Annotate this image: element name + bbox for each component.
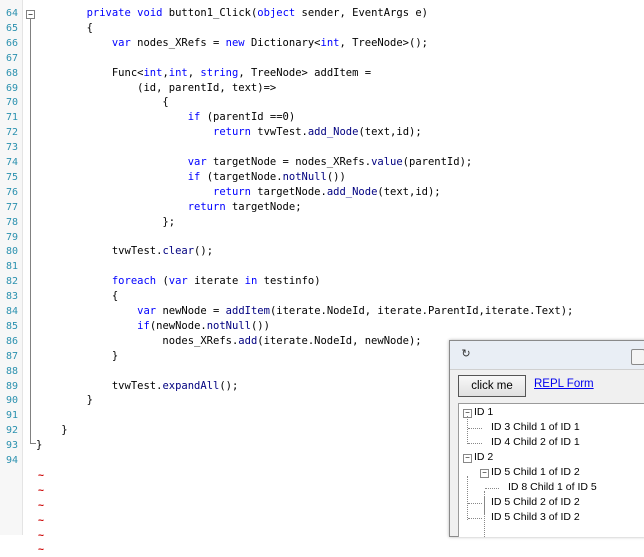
- empty-line-marker: ~: [38, 514, 45, 526]
- code-text: Func<int,int, string, TreeNode> addItem …: [36, 66, 372, 79]
- line-number: 94: [5, 455, 18, 466]
- code-text: private void button1_Click(object sender…: [86, 7, 428, 19]
- code-text: };: [36, 215, 176, 228]
- line-number: 78: [5, 216, 18, 228]
- code-text: {: [36, 21, 93, 34]
- line-number: 66: [5, 37, 18, 49]
- line-number: 85: [5, 320, 18, 332]
- code-text: }: [36, 394, 93, 407]
- tree-expander-icon[interactable]: −: [480, 469, 489, 478]
- code-text: }: [36, 439, 43, 452]
- tree-connector: [468, 503, 482, 504]
- line-number: 71: [5, 112, 18, 124]
- tree-node[interactable]: ID 5 Child 2 of ID 2: [491, 496, 580, 509]
- line-number: 64: [5, 8, 18, 19]
- line-number: 87: [5, 350, 18, 362]
- line-number: 76: [5, 186, 18, 198]
- tree-node[interactable]: ID 8 Child 1 of ID 5: [508, 481, 597, 494]
- tree-connector: [485, 488, 499, 489]
- line-number: 74: [5, 157, 18, 168]
- code-text: if(newNode.notNull()): [137, 319, 270, 332]
- code-text: return targetNode.add_Node(text,id);: [213, 185, 441, 198]
- line-number: 84: [5, 306, 18, 317]
- empty-line-marker: ~: [38, 544, 45, 556]
- line-number: 68: [5, 67, 18, 79]
- line-number: 89: [5, 380, 18, 392]
- line-number: 81: [5, 261, 18, 273]
- tree-connector: [468, 428, 482, 429]
- close-button[interactable]: [631, 349, 644, 365]
- code-text: if (parentId ==0): [187, 111, 296, 124]
- tree-view[interactable]: − ID 1 ID 3 Child 1 of ID 1 ID 4 Child 2 of…: [458, 403, 644, 537]
- empty-line-marker: ~: [38, 469, 45, 481]
- app-icon: ↻: [461, 348, 471, 360]
- line-number: 80: [5, 246, 18, 258]
- fold-guide-line: [30, 19, 31, 443]
- code-text: var nodes_XRefs = new Dictionary<int, Tr…: [111, 36, 428, 49]
- code-text: return tvwTest.add_Node(text,id);: [213, 126, 422, 139]
- line-number: 91: [5, 410, 18, 422]
- line-number: 79: [5, 231, 18, 243]
- tree-expander-icon[interactable]: −: [463, 454, 472, 463]
- tree-node[interactable]: ID 2: [474, 451, 493, 464]
- code-text: tvwTest.clear();: [36, 245, 214, 258]
- empty-line-marker: ~: [38, 484, 45, 496]
- line-number: 65: [5, 22, 18, 34]
- tree-node[interactable]: ID 1: [474, 406, 493, 419]
- line-number: 70: [5, 97, 18, 109]
- line-number: 83: [5, 291, 18, 303]
- tree-connector: [468, 518, 482, 519]
- code-text: {: [36, 96, 169, 109]
- collapse-toggle-icon[interactable]: −: [26, 10, 35, 19]
- code-text: foreach (var iterate in testinfo): [111, 275, 321, 288]
- line-number: 88: [5, 365, 18, 377]
- code-text: nodes_XRefs.add(iterate.NodeId, newNode)…: [36, 334, 422, 347]
- line-number: 77: [5, 201, 18, 213]
- tree-node[interactable]: ID 5 Child 1 of ID 2: [491, 466, 580, 479]
- tree-guide-line: [467, 416, 468, 444]
- code-text: if (targetNode.notNull()): [187, 170, 346, 183]
- code-text: tvwTest.expandAll();: [36, 379, 239, 392]
- tree-node[interactable]: ID 4 Child 2 of ID 1: [491, 436, 580, 449]
- tree-connector: [468, 443, 482, 444]
- line-number: 93: [5, 440, 18, 452]
- tree-guide-line: [467, 476, 468, 520]
- line-number: 73: [5, 142, 18, 154]
- click-me-button[interactable]: click me: [458, 375, 526, 397]
- empty-line-marker: ~: [38, 529, 45, 541]
- code-text: }: [36, 424, 68, 437]
- empty-line-marker: ~: [38, 499, 45, 511]
- repl-form-link[interactable]: REPL Form: [534, 378, 594, 390]
- line-number: 75: [5, 171, 18, 183]
- code-text: {: [36, 290, 119, 303]
- repl-form-window[interactable]: ↻ click me REPL Form − ID 1 ID 3 Child 1 o…: [449, 340, 644, 537]
- line-number: 72: [5, 127, 18, 139]
- line-number: 86: [5, 335, 18, 347]
- code-text: return targetNode;: [187, 200, 302, 213]
- tree-node[interactable]: ID 3 Child 1 of ID 1: [491, 421, 580, 434]
- tree-node[interactable]: ID 5 Child 3 of ID 2: [491, 511, 580, 524]
- code-text: var targetNode = nodes_XRefs.value(paren…: [187, 156, 473, 168]
- code-text: var newNode = addItem(iterate.NodeId, it…: [137, 305, 574, 317]
- code-text: }: [36, 349, 119, 362]
- line-number: 67: [5, 52, 18, 64]
- line-number: 82: [5, 276, 18, 288]
- line-number: 92: [5, 425, 18, 437]
- line-number: 90: [5, 395, 18, 407]
- line-number: 69: [5, 82, 18, 94]
- window-titlebar[interactable]: ↻: [450, 341, 644, 370]
- code-text: (id, parentId, text)=>: [36, 81, 277, 94]
- tree-guide-line: [484, 496, 485, 514]
